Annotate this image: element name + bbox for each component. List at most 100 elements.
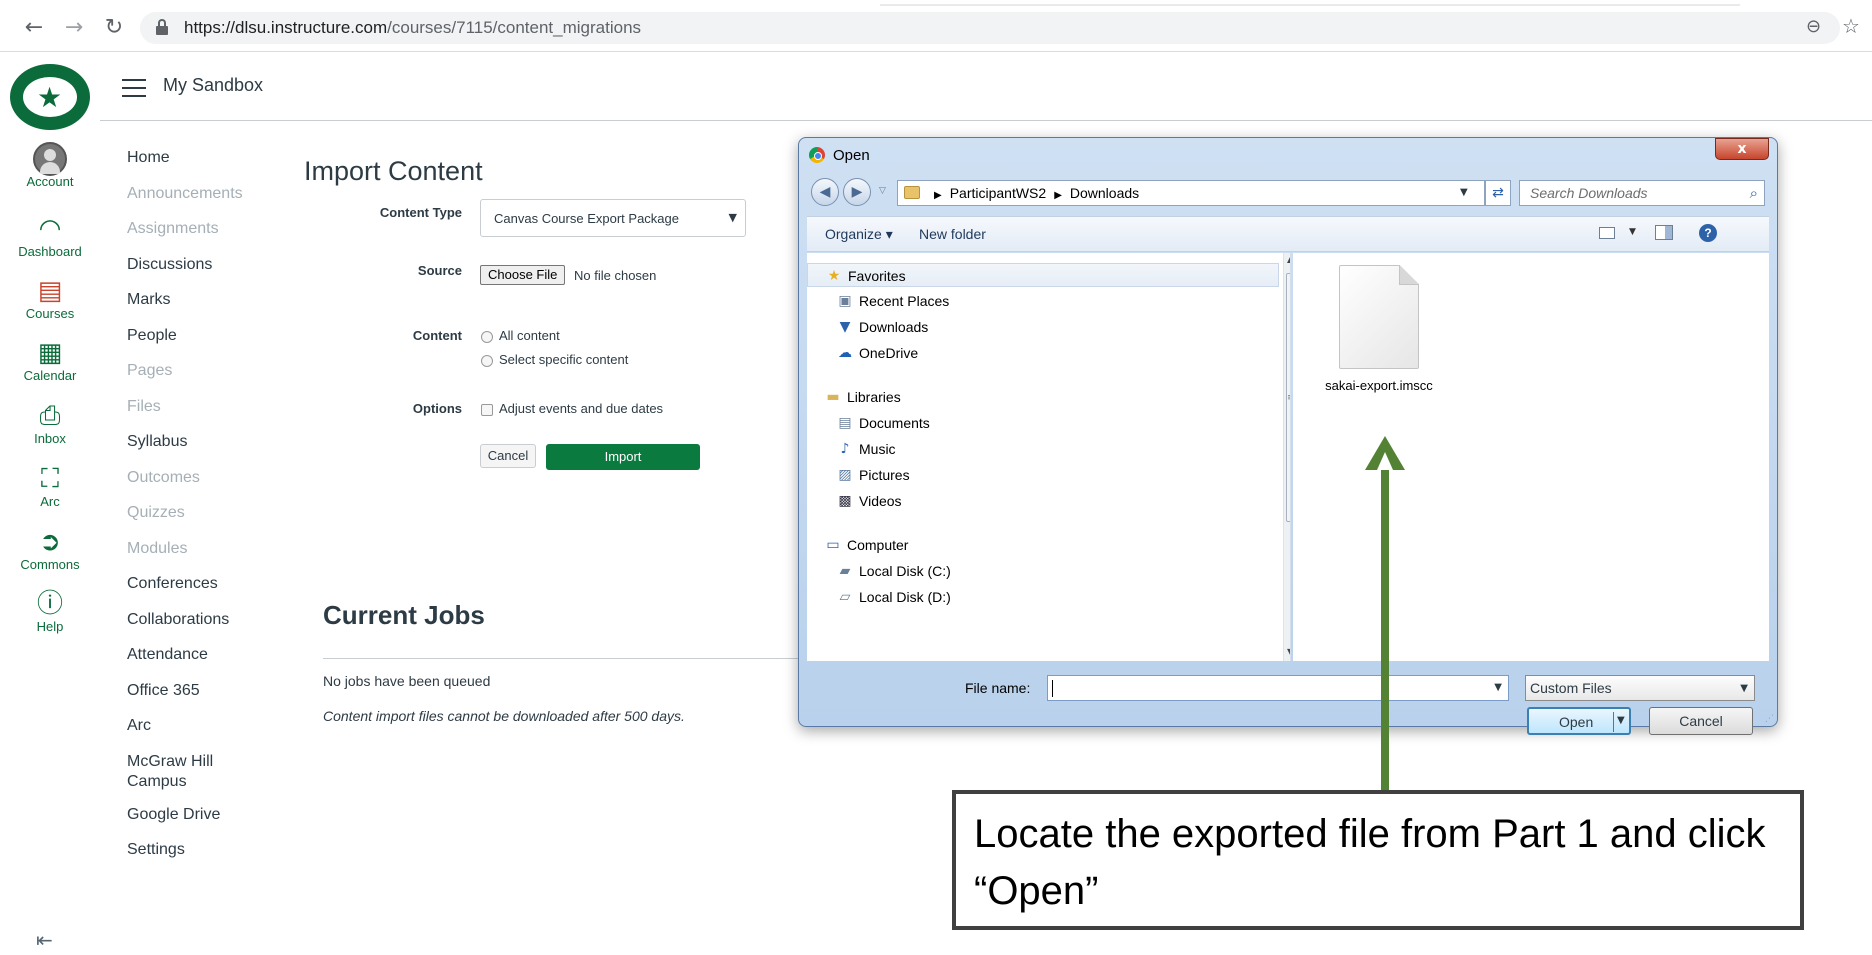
dialog-address-bar[interactable]: ▶ ParticipantWS2 ▶ Downloads ▼	[897, 180, 1485, 206]
course-nav-item[interactable]: McGraw Hill Campus	[127, 752, 237, 805]
course-nav-item[interactable]: Modules	[127, 539, 287, 575]
tree-item[interactable]: ▬ Libraries	[807, 385, 1279, 409]
tree-item[interactable]: ▨ Pictures	[807, 463, 1279, 487]
course-nav-item[interactable]: Quizzes	[127, 503, 287, 539]
import-button[interactable]: Import	[546, 444, 700, 470]
dialog-close-button[interactable]: x	[1715, 138, 1769, 160]
dialog-cancel-button[interactable]: Cancel	[1649, 707, 1753, 735]
global-nav-courses[interactable]: ▤ Courses	[0, 274, 100, 321]
forward-arrow-icon[interactable]: →	[60, 14, 88, 42]
zoom-out-icon[interactable]: ⊖	[1806, 16, 1821, 37]
reload-icon[interactable]: ↻	[100, 14, 128, 42]
url-text[interactable]: https://dlsu.instructure.com/courses/711…	[184, 18, 641, 38]
resize-grip-icon[interactable]: ⋰	[1765, 714, 1774, 724]
path-segment[interactable]: ParticipantWS2	[950, 185, 1046, 201]
global-nav-account[interactable]: Account	[0, 142, 100, 189]
course-nav-item[interactable]: Google Drive	[127, 805, 287, 841]
global-nav-dashboard[interactable]: ◠ Dashboard	[0, 212, 100, 259]
breadcrumb[interactable]: My Sandbox	[163, 75, 263, 96]
new-folder-button[interactable]: New folder	[919, 226, 986, 242]
scrollbar-grip-icon: ≡	[1287, 393, 1290, 403]
open-button[interactable]: Open ▼	[1527, 707, 1631, 735]
tree-item[interactable]: ▱ Local Disk (D:)	[807, 585, 1279, 609]
course-nav-item[interactable]: Syllabus	[127, 432, 287, 468]
global-nav-arc[interactable]: ⛶ Arc	[0, 462, 100, 509]
tree-item-label: Computer	[847, 537, 909, 553]
tree-item[interactable]: ☁ OneDrive	[807, 341, 1279, 365]
tree-item[interactable]: ▤ Documents	[807, 411, 1279, 435]
navigation-scrollbar[interactable]: ▲ ≡ ▼	[1283, 253, 1290, 661]
cancel-button[interactable]: Cancel	[480, 444, 536, 468]
course-nav-item[interactable]: Assignments	[127, 219, 287, 255]
course-nav-item[interactable]: Collaborations	[127, 610, 287, 646]
logo-star-icon: ★	[37, 81, 63, 114]
global-nav-help[interactable]: ⓘ Help	[0, 587, 100, 634]
global-nav-inbox[interactable]: ⎙ Inbox	[0, 399, 100, 446]
file-name-dropdown-icon[interactable]: ▼	[1494, 682, 1502, 693]
change-view-icon[interactable]	[1599, 227, 1615, 239]
university-logo[interactable]: ★	[10, 64, 90, 130]
address-bar[interactable]: https://dlsu.instructure.com/courses/711…	[140, 12, 1840, 44]
global-nav-label: Calendar	[23, 368, 77, 383]
course-nav-item[interactable]: Home	[127, 148, 287, 184]
organize-menu[interactable]: Organize ▾	[825, 226, 893, 243]
course-nav-item[interactable]: People	[127, 326, 287, 362]
dialog-help-icon[interactable]: ?	[1699, 224, 1717, 242]
course-nav-item[interactable]: Conferences	[127, 574, 287, 610]
file-name-input[interactable]	[1052, 677, 1482, 699]
global-nav-calendar[interactable]: ▦ Calendar	[0, 336, 100, 383]
tree-item[interactable]: ★ Favorites	[807, 263, 1279, 287]
select-specific-content-label[interactable]: Select specific content	[499, 352, 628, 367]
view-dropdown-icon[interactable]: ▼	[1629, 227, 1636, 237]
address-dropdown-icon[interactable]: ▼	[1460, 187, 1468, 198]
content-type-select[interactable]: Canvas Course Export Package ▼	[480, 199, 746, 237]
adjust-dates-label[interactable]: Adjust events and due dates	[499, 401, 663, 416]
path-segment[interactable]: Downloads	[1070, 185, 1139, 201]
scroll-up-icon[interactable]: ▲	[1287, 255, 1290, 264]
course-nav-item[interactable]: Attendance	[127, 645, 287, 681]
dialog-toolbar: Organize ▾ New folder ▼ ?	[807, 216, 1769, 252]
dashboard-gauge-icon: ◠	[38, 214, 62, 244]
tree-item[interactable]: ▼ Downloads	[807, 315, 1279, 339]
course-nav-item[interactable]: Office 365	[127, 681, 287, 717]
course-nav-item[interactable]: Pages	[127, 361, 287, 397]
course-nav-item[interactable]: Announcements	[127, 184, 287, 220]
search-downloads-box[interactable]: ⌕	[1519, 180, 1765, 206]
file-name-field[interactable]: ▼	[1047, 675, 1509, 701]
search-downloads-input[interactable]	[1528, 182, 1728, 204]
open-options-chevron-icon[interactable]: ▼	[1617, 715, 1625, 726]
collapse-nav-icon[interactable]: ⇤	[36, 928, 53, 952]
course-nav-item[interactable]: Settings	[127, 840, 287, 876]
url-host: https://dlsu.instructure.com	[184, 18, 388, 37]
courses-book-icon: ▤	[37, 276, 63, 306]
all-content-radio[interactable]	[481, 331, 493, 343]
back-arrow-icon[interactable]: ←	[20, 14, 48, 42]
tree-item[interactable]: ▰ Local Disk (C:)	[807, 559, 1279, 583]
preview-pane-icon[interactable]	[1655, 225, 1673, 240]
tree-item[interactable]: ▣ Recent Places	[807, 289, 1279, 313]
course-nav-item[interactable]: Marks	[127, 290, 287, 326]
course-nav-item[interactable]: Arc	[127, 716, 287, 752]
recent-places-icon: ▣	[838, 293, 852, 309]
select-specific-content-radio[interactable]	[481, 355, 493, 367]
course-nav-item[interactable]: Discussions	[127, 255, 287, 291]
all-content-label[interactable]: All content	[499, 328, 560, 343]
choose-file-button[interactable]: Choose File	[480, 265, 566, 285]
tree-item-label: Downloads	[859, 319, 929, 335]
tree-item[interactable]: ▩ Videos	[807, 489, 1279, 513]
refresh-icon[interactable]: ⇄	[1485, 180, 1511, 206]
file-type-select[interactable]: Custom Files ▼	[1525, 675, 1755, 701]
bookmark-star-icon[interactable]: ☆	[1842, 14, 1860, 38]
global-nav-commons[interactable]: ➲ Commons	[0, 525, 100, 572]
dialog-forward-icon[interactable]: ▶	[843, 178, 871, 206]
course-nav-item[interactable]: Files	[127, 397, 287, 433]
scroll-down-icon[interactable]: ▼	[1287, 647, 1290, 656]
tree-item[interactable]: ♪ Music	[807, 437, 1279, 461]
dialog-back-icon[interactable]: ◀	[811, 178, 839, 206]
recent-locations-chevron-icon[interactable]: ▽	[879, 186, 886, 196]
adjust-dates-checkbox[interactable]	[481, 404, 493, 416]
course-nav-item[interactable]: Outcomes	[127, 468, 287, 504]
hamburger-menu-icon[interactable]	[122, 79, 146, 97]
tree-item[interactable]: ▭ Computer	[807, 533, 1279, 557]
file-item[interactable]: sakai-export.imscc	[1315, 265, 1443, 394]
